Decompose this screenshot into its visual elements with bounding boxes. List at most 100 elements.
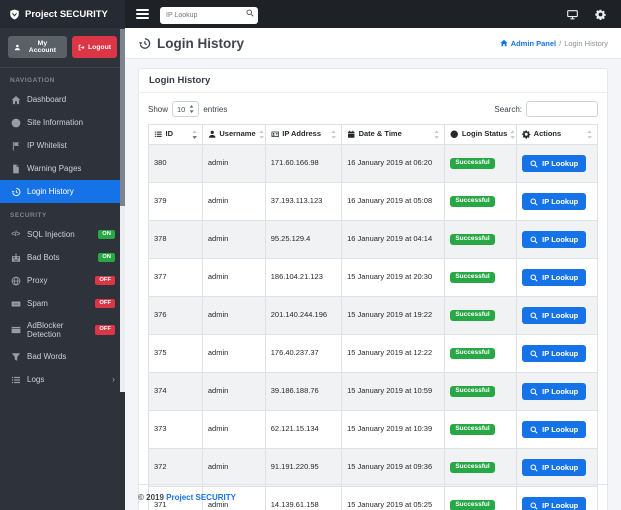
cell-ip: 91.191.220.95 [264, 448, 343, 487]
sidebar-item-logs[interactable]: Logs › [0, 368, 125, 391]
cell-ip: 95.25.129.4 [264, 220, 343, 259]
sidebar-item-spam[interactable]: Spam OFF [0, 292, 125, 315]
search-icon [530, 464, 538, 472]
status-badge: Successful [450, 309, 495, 322]
cell-id: 372 [148, 448, 203, 487]
card-title: Login History [139, 69, 607, 93]
table-search-input[interactable] [526, 101, 598, 117]
cell-id: 376 [148, 296, 203, 335]
logout-button[interactable]: Logout [71, 36, 117, 58]
ip-lookup-button[interactable]: IP Lookup [522, 231, 587, 248]
monitor-icon[interactable] [567, 9, 578, 20]
sidebar-item-login-history[interactable]: Login History [0, 180, 125, 203]
sidebar-item-warning-pages[interactable]: Warning Pages [0, 157, 125, 180]
brand-logo[interactable]: Project SECURITY [0, 0, 125, 28]
search-icon [530, 312, 538, 320]
hamburger-menu-icon[interactable] [136, 9, 149, 19]
breadcrumb-admin-panel-link[interactable]: Admin Panel [500, 39, 556, 48]
table-controls: Show 10 entries Search: [148, 101, 598, 117]
cell-date: 15 January 2019 at 09:36 [341, 448, 446, 487]
sort-icon [510, 130, 516, 139]
ip-lookup-search-input[interactable] [160, 7, 258, 24]
list-icon [154, 131, 162, 138]
ip-lookup-button[interactable]: IP Lookup [522, 459, 587, 476]
ip-lookup-button[interactable]: IP Lookup [522, 193, 587, 210]
account-row: My Account Logout [0, 28, 125, 68]
table-row: 375 admin 176.40.237.37 15 January 2019 … [148, 334, 598, 373]
ip-lookup-button[interactable]: IP Lookup [522, 307, 587, 324]
cell-ip: 171.60.166.98 [264, 144, 343, 183]
ip-lookup-button[interactable]: IP Lookup [522, 155, 587, 172]
ip-lookup-button[interactable]: IP Lookup [522, 383, 587, 400]
select-arrows-icon [190, 105, 195, 113]
info-circle-icon [10, 117, 21, 128]
ip-lookup-button[interactable]: IP Lookup [522, 421, 587, 438]
search-icon [530, 274, 538, 282]
sidebar-item-dashboard[interactable]: Dashboard [0, 88, 125, 111]
table-row: 374 admin 39.186.188.76 15 January 2019 … [148, 372, 598, 411]
ip-lookup-button[interactable]: IP Lookup [522, 269, 587, 286]
sidebar-scrollbar-thumb[interactable] [120, 206, 125, 392]
sidebar-item-ip-whitelist[interactable]: IP Whitelist [0, 134, 125, 157]
footer-brand-link[interactable]: Project SECURITY [166, 493, 236, 502]
sidebar-item-bad-words[interactable]: Bad Words [0, 345, 125, 368]
sidebar: My Account Logout NAVIGATION Dashboard S… [0, 28, 125, 510]
breadcrumb-separator: / [559, 38, 562, 48]
column-header-login-status[interactable]: Login Status [444, 124, 518, 145]
table-search-control: Search: [494, 101, 598, 117]
column-header-id[interactable]: ID [148, 124, 203, 145]
sort-icon [192, 130, 197, 139]
sort-icon [259, 130, 264, 139]
calendar-icon [348, 130, 355, 138]
shield-icon [10, 9, 19, 19]
status-badge: Successful [450, 347, 495, 360]
cell-username: admin [201, 182, 266, 221]
cell-ip: 37.193.113.123 [264, 182, 343, 221]
status-badge: Successful [450, 461, 495, 474]
status-badge-off: OFF [95, 325, 115, 335]
column-header-username[interactable]: Username [201, 124, 266, 145]
user-icon [14, 44, 20, 50]
page-length-select[interactable]: 10 [172, 101, 200, 117]
status-badge-on: ON [98, 252, 115, 263]
history-icon [10, 186, 21, 197]
column-header-actions[interactable]: Actions [516, 124, 598, 145]
sidebar-scrollbar[interactable] [120, 29, 125, 392]
topbar: Project SECURITY [0, 0, 621, 28]
column-header-ip-address[interactable]: IP Address [264, 124, 343, 145]
cell-id: 374 [148, 372, 203, 411]
file-icon [10, 163, 21, 174]
nav-section-label: NAVIGATION [10, 77, 55, 84]
cell-username: admin [201, 410, 266, 449]
app-window: Project SECURITY My Account Logout [0, 0, 621, 510]
cell-username: admin [201, 258, 266, 297]
home-icon [10, 94, 21, 105]
search-icon [530, 350, 538, 358]
status-badge: Successful [450, 423, 495, 436]
cell-ip: 186.104.21.123 [264, 258, 343, 297]
status-badge: Successful [450, 271, 495, 284]
robot-icon [10, 252, 21, 263]
column-header-date-time[interactable]: Date & Time [341, 124, 446, 145]
sidebar-item-adblocker-detection[interactable]: AdBlocker Detection OFF [0, 315, 125, 345]
search-label: Search: [494, 104, 522, 114]
sidebar-item-proxy[interactable]: Proxy OFF [0, 269, 125, 292]
main-content: Login History Admin Panel / Login Histor… [125, 28, 621, 510]
status-badge: Successful [450, 385, 495, 398]
list-icon [10, 374, 21, 385]
search-icon [530, 388, 538, 396]
ip-lookup-button[interactable]: IP Lookup [522, 345, 587, 362]
info-circle-icon [450, 130, 459, 139]
cogs-icon[interactable] [595, 9, 606, 20]
sidebar-item-site-information[interactable]: Site Information [0, 111, 125, 134]
sidebar-item-sql-injection[interactable]: </> SQL Injection ON [0, 223, 125, 246]
sidebar-item-bad-bots[interactable]: Bad Bots ON [0, 246, 125, 269]
cell-username: admin [201, 372, 266, 411]
sort-icon [434, 130, 440, 139]
cell-date: 16 January 2019 at 06:20 [341, 144, 446, 183]
sort-icon [331, 130, 337, 139]
flag-icon [10, 140, 21, 151]
page-length-control: Show 10 entries [148, 101, 227, 117]
table-row: 373 admin 62.121.15.134 15 January 2019 … [148, 410, 598, 449]
my-account-button[interactable]: My Account [8, 36, 67, 58]
